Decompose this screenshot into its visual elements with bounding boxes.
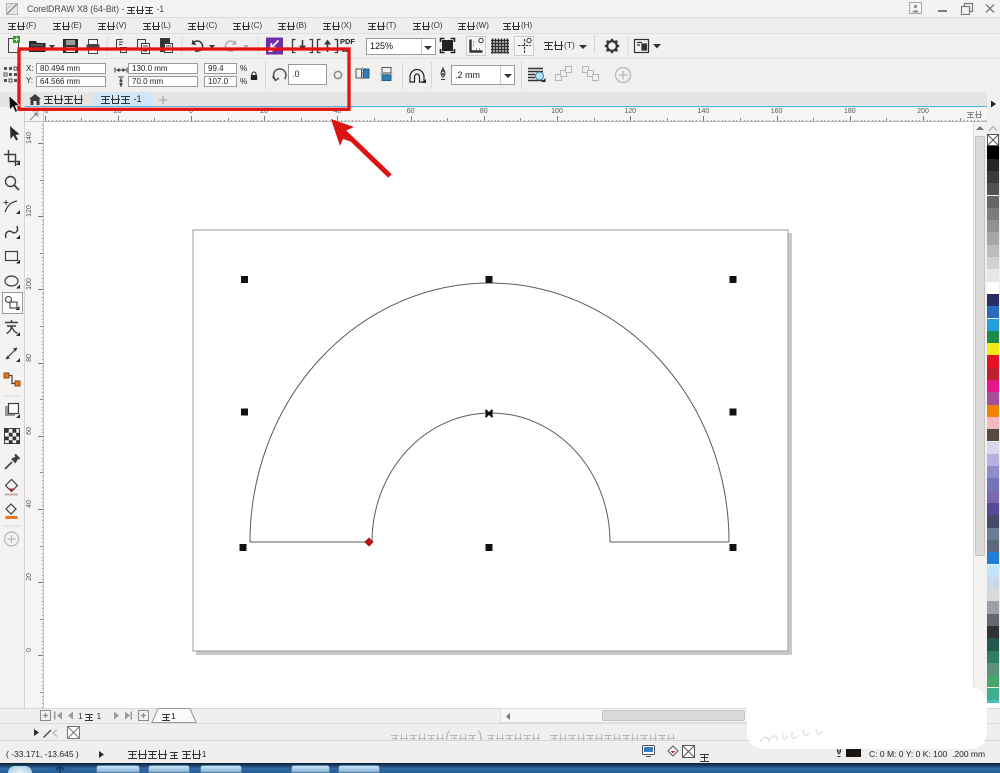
svg-text:■■: ■■ <box>342 48 348 54</box>
svg-text:PDF: PDF <box>340 37 355 46</box>
